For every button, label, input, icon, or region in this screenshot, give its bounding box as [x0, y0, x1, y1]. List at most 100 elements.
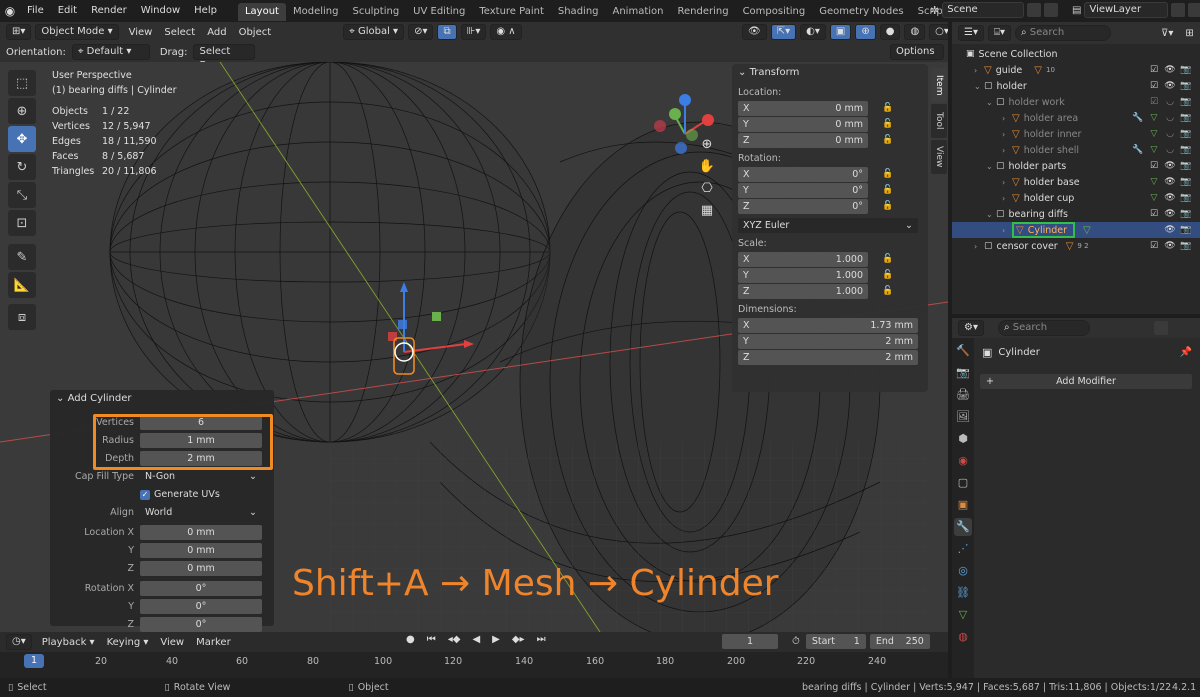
menu-marker[interactable]: Marker	[190, 637, 237, 648]
tab-modeling[interactable]: Modeling	[286, 3, 346, 21]
drag-dropdown[interactable]: Select Box	[193, 44, 256, 71]
align-dropdown[interactable]: World ⌄	[140, 505, 262, 520]
prev-key-icon[interactable]: ◂◆	[442, 634, 467, 645]
outliner-search-input[interactable]: ⌕ Search	[1015, 25, 1112, 41]
viewlayer-icon[interactable]: ▤	[1072, 5, 1081, 16]
op-rotation-x-field[interactable]: 0°	[140, 581, 262, 596]
tab-item[interactable]: Item	[931, 68, 947, 102]
jump-end-icon[interactable]: ⏭	[531, 634, 552, 645]
checkbox-icon[interactable]: ☑	[1148, 97, 1160, 107]
next-key-icon[interactable]: ◆▸	[506, 634, 531, 645]
location-y-field[interactable]: Y 0 mm	[738, 116, 868, 132]
start-frame-field[interactable]: Start 1	[805, 634, 866, 649]
orientation-dropdown[interactable]: ⌖ Default ▾	[71, 44, 150, 60]
current-frame-field[interactable]: 1	[722, 634, 778, 649]
chevron-right-icon[interactable]: ›	[974, 66, 984, 75]
dimension-x-field[interactable]: X 1.73 mm	[738, 317, 918, 333]
eye-icon[interactable]: 👁	[1164, 161, 1176, 171]
camera-render-icon[interactable]: 📷	[1180, 97, 1192, 107]
lock-icon[interactable]: 🔓	[882, 286, 894, 296]
camera-render-icon[interactable]: 📷	[1180, 209, 1192, 219]
lock-icon[interactable]: 🔓	[882, 185, 894, 195]
collection-props-icon[interactable]: ▢	[954, 474, 972, 492]
snap-target-icon[interactable]: ⊪▾	[460, 24, 487, 40]
chevron-down-icon[interactable]: ⌄	[974, 82, 984, 91]
new-scene-icon[interactable]	[1027, 3, 1042, 17]
particles-props-icon[interactable]: ⋰	[954, 540, 972, 558]
menu-add[interactable]: Add	[201, 27, 232, 38]
select-box-tool-icon[interactable]: ⬚	[8, 70, 36, 96]
menu-file[interactable]: File	[20, 0, 51, 22]
filter-icon[interactable]: ⊽▾	[1155, 28, 1179, 39]
chevron-right-icon[interactable]: ›	[1002, 178, 1012, 187]
pan-hand-icon[interactable]: ✋	[698, 158, 716, 176]
current-frame-marker[interactable]: 1	[24, 654, 44, 668]
visibility-icon[interactable]: 👁▾	[742, 24, 767, 51]
physics-props-icon[interactable]: ◎	[954, 562, 972, 580]
checkbox-icon[interactable]: ☑	[1148, 81, 1160, 91]
camera-render-icon[interactable]: 📷	[1180, 129, 1192, 139]
op-location-x-field[interactable]: 0 mm	[140, 525, 262, 540]
chevron-right-icon[interactable]: ›	[1002, 114, 1012, 123]
tab-geometry-nodes[interactable]: Geometry Nodes	[812, 3, 910, 21]
lock-icon[interactable]: 🔓	[882, 119, 894, 129]
location-z-field[interactable]: Z 0 mm	[738, 132, 868, 148]
lock-icon[interactable]: 🔓	[882, 270, 894, 280]
scene-name-field[interactable]: Scene	[942, 2, 1025, 18]
rotation-x-field[interactable]: X 0°	[738, 166, 868, 182]
tab-sculpting[interactable]: Sculpting	[345, 3, 406, 21]
eye-hidden-icon[interactable]: ◡	[1164, 113, 1176, 123]
tab-shading[interactable]: Shading	[551, 3, 606, 21]
camera-render-icon[interactable]: 📷	[1180, 65, 1192, 75]
scale-tool-icon[interactable]: ⤡	[8, 182, 36, 208]
menu-help[interactable]: Help	[187, 0, 224, 22]
tab-uv-editing[interactable]: UV Editing	[406, 3, 472, 21]
tab-texture-paint[interactable]: Texture Paint	[472, 3, 551, 21]
camera-render-icon[interactable]: 📷	[1180, 161, 1192, 171]
rendered-shading-icon[interactable]: ○▾	[929, 24, 948, 40]
options-dropdown[interactable]: Options ▾	[890, 44, 944, 71]
menu-render[interactable]: Render	[84, 0, 134, 22]
pivot-icon[interactable]: ⊘▾	[408, 24, 434, 40]
camera-render-icon[interactable]: 📷	[1180, 177, 1192, 187]
chevron-down-icon[interactable]: ⌄	[986, 162, 996, 171]
outliner-row-holder-work[interactable]: ⌄ ▢ holder work ☑ ◡ 📷	[952, 94, 1200, 110]
constraints-props-icon[interactable]: ⛓	[954, 584, 972, 602]
viewlayer-name-field[interactable]: ViewLayer	[1084, 2, 1169, 18]
render-props-icon[interactable]: 📷	[954, 364, 972, 382]
lock-icon[interactable]: 🔓	[882, 169, 894, 179]
mode-dropdown[interactable]: Object Mode ▾	[35, 24, 119, 40]
lock-icon[interactable]: 🔓	[882, 103, 894, 113]
data-props-icon[interactable]: ▽	[954, 606, 972, 624]
menu-window[interactable]: Window	[134, 0, 187, 22]
op-location-z-field[interactable]: 0 mm	[140, 561, 262, 576]
play-icon[interactable]: ▶	[486, 634, 506, 645]
outliner-editor-icon[interactable]: ☰▾	[958, 25, 984, 41]
blender-logo-icon[interactable]: ◉	[0, 0, 20, 22]
menu-keying[interactable]: Keying ▾	[101, 637, 155, 648]
dimension-z-field[interactable]: Z 2 mm	[738, 349, 918, 365]
wireframe-shading-icon[interactable]: ⊕	[855, 24, 876, 40]
camera-render-icon[interactable]: 📷	[1180, 225, 1192, 235]
tab-view[interactable]: View	[931, 140, 947, 174]
tab-rendering[interactable]: Rendering	[670, 3, 735, 21]
cap-fill-dropdown[interactable]: N-Gon ⌄	[140, 469, 262, 484]
display-mode-icon[interactable]: ⌸▾	[987, 25, 1012, 41]
transform-orientation-dropdown[interactable]: ⌖ Global ▾	[343, 24, 405, 40]
scene-props-icon[interactable]: ⬢	[954, 430, 972, 448]
menu-view[interactable]: View	[123, 27, 159, 38]
zoom-icon[interactable]: ⊕	[698, 136, 716, 154]
outliner-row-holder-area[interactable]: › ▽ holder area 🔧 ▽ ◡ 📷	[952, 110, 1200, 126]
chevron-right-icon[interactable]: ›	[1002, 194, 1012, 203]
op-rotation-z-field[interactable]: 0°	[140, 617, 262, 632]
move-tool-icon[interactable]: ✥	[8, 126, 36, 152]
checkbox-icon[interactable]: ☑	[1148, 209, 1160, 219]
play-reverse-icon[interactable]: ◀	[466, 634, 486, 645]
rotation-y-field[interactable]: Y 0°	[738, 182, 868, 198]
modifier-props-icon[interactable]: 🔧	[954, 518, 972, 536]
stopwatch-icon[interactable]: ⏱	[786, 636, 806, 647]
eye-icon[interactable]: 👁	[1164, 81, 1176, 91]
tab-animation[interactable]: Animation	[606, 3, 671, 21]
timeline-ruler[interactable]: 1 20 40 60 80 100 120 140 160 180 200 22…	[0, 652, 948, 678]
chevron-right-icon[interactable]: ›	[974, 242, 984, 251]
